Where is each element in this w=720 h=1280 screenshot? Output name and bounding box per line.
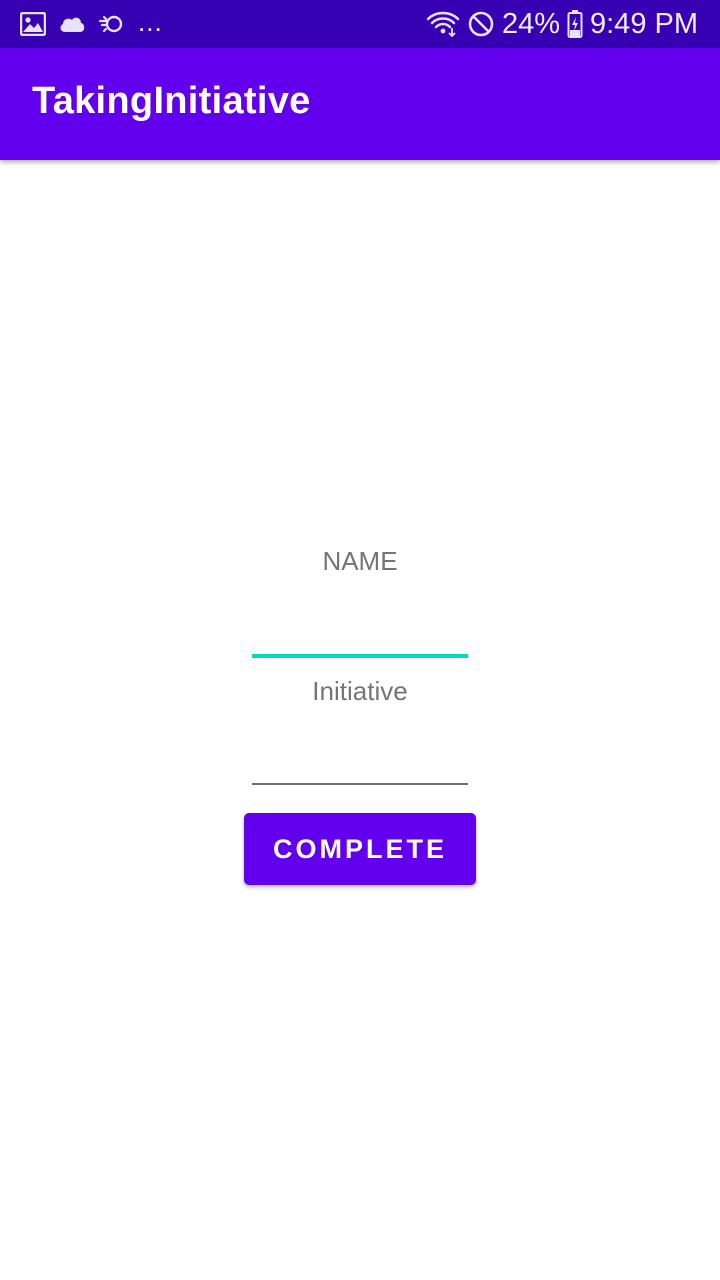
status-left: ... [20,7,175,37]
sync-icon [98,12,126,36]
image-icon [20,12,46,36]
app-title: TakingInitiative [32,79,311,122]
app-bar: TakingInitiative [0,48,720,160]
do-not-disturb-icon [467,10,495,38]
initiative-input[interactable] [252,730,468,785]
complete-button[interactable]: COMPLETE [244,813,476,885]
clock: 9:49 PM [590,8,698,40]
battery-charging-icon [567,10,583,38]
name-label: NAME [322,546,398,576]
screen: ... 24% 9:49 PM TakingInitiative NAME In… [0,0,720,1280]
status-right: 24% 9:49 PM [419,0,698,48]
notification-overflow: ... [138,7,163,37]
battery-percent: 24% [501,8,560,40]
initiative-label: Initiative [312,676,408,706]
name-input[interactable] [252,600,468,658]
cloud-icon [58,14,86,34]
wifi-icon [426,11,460,37]
status-bar: ... 24% 9:49 PM [0,0,720,48]
